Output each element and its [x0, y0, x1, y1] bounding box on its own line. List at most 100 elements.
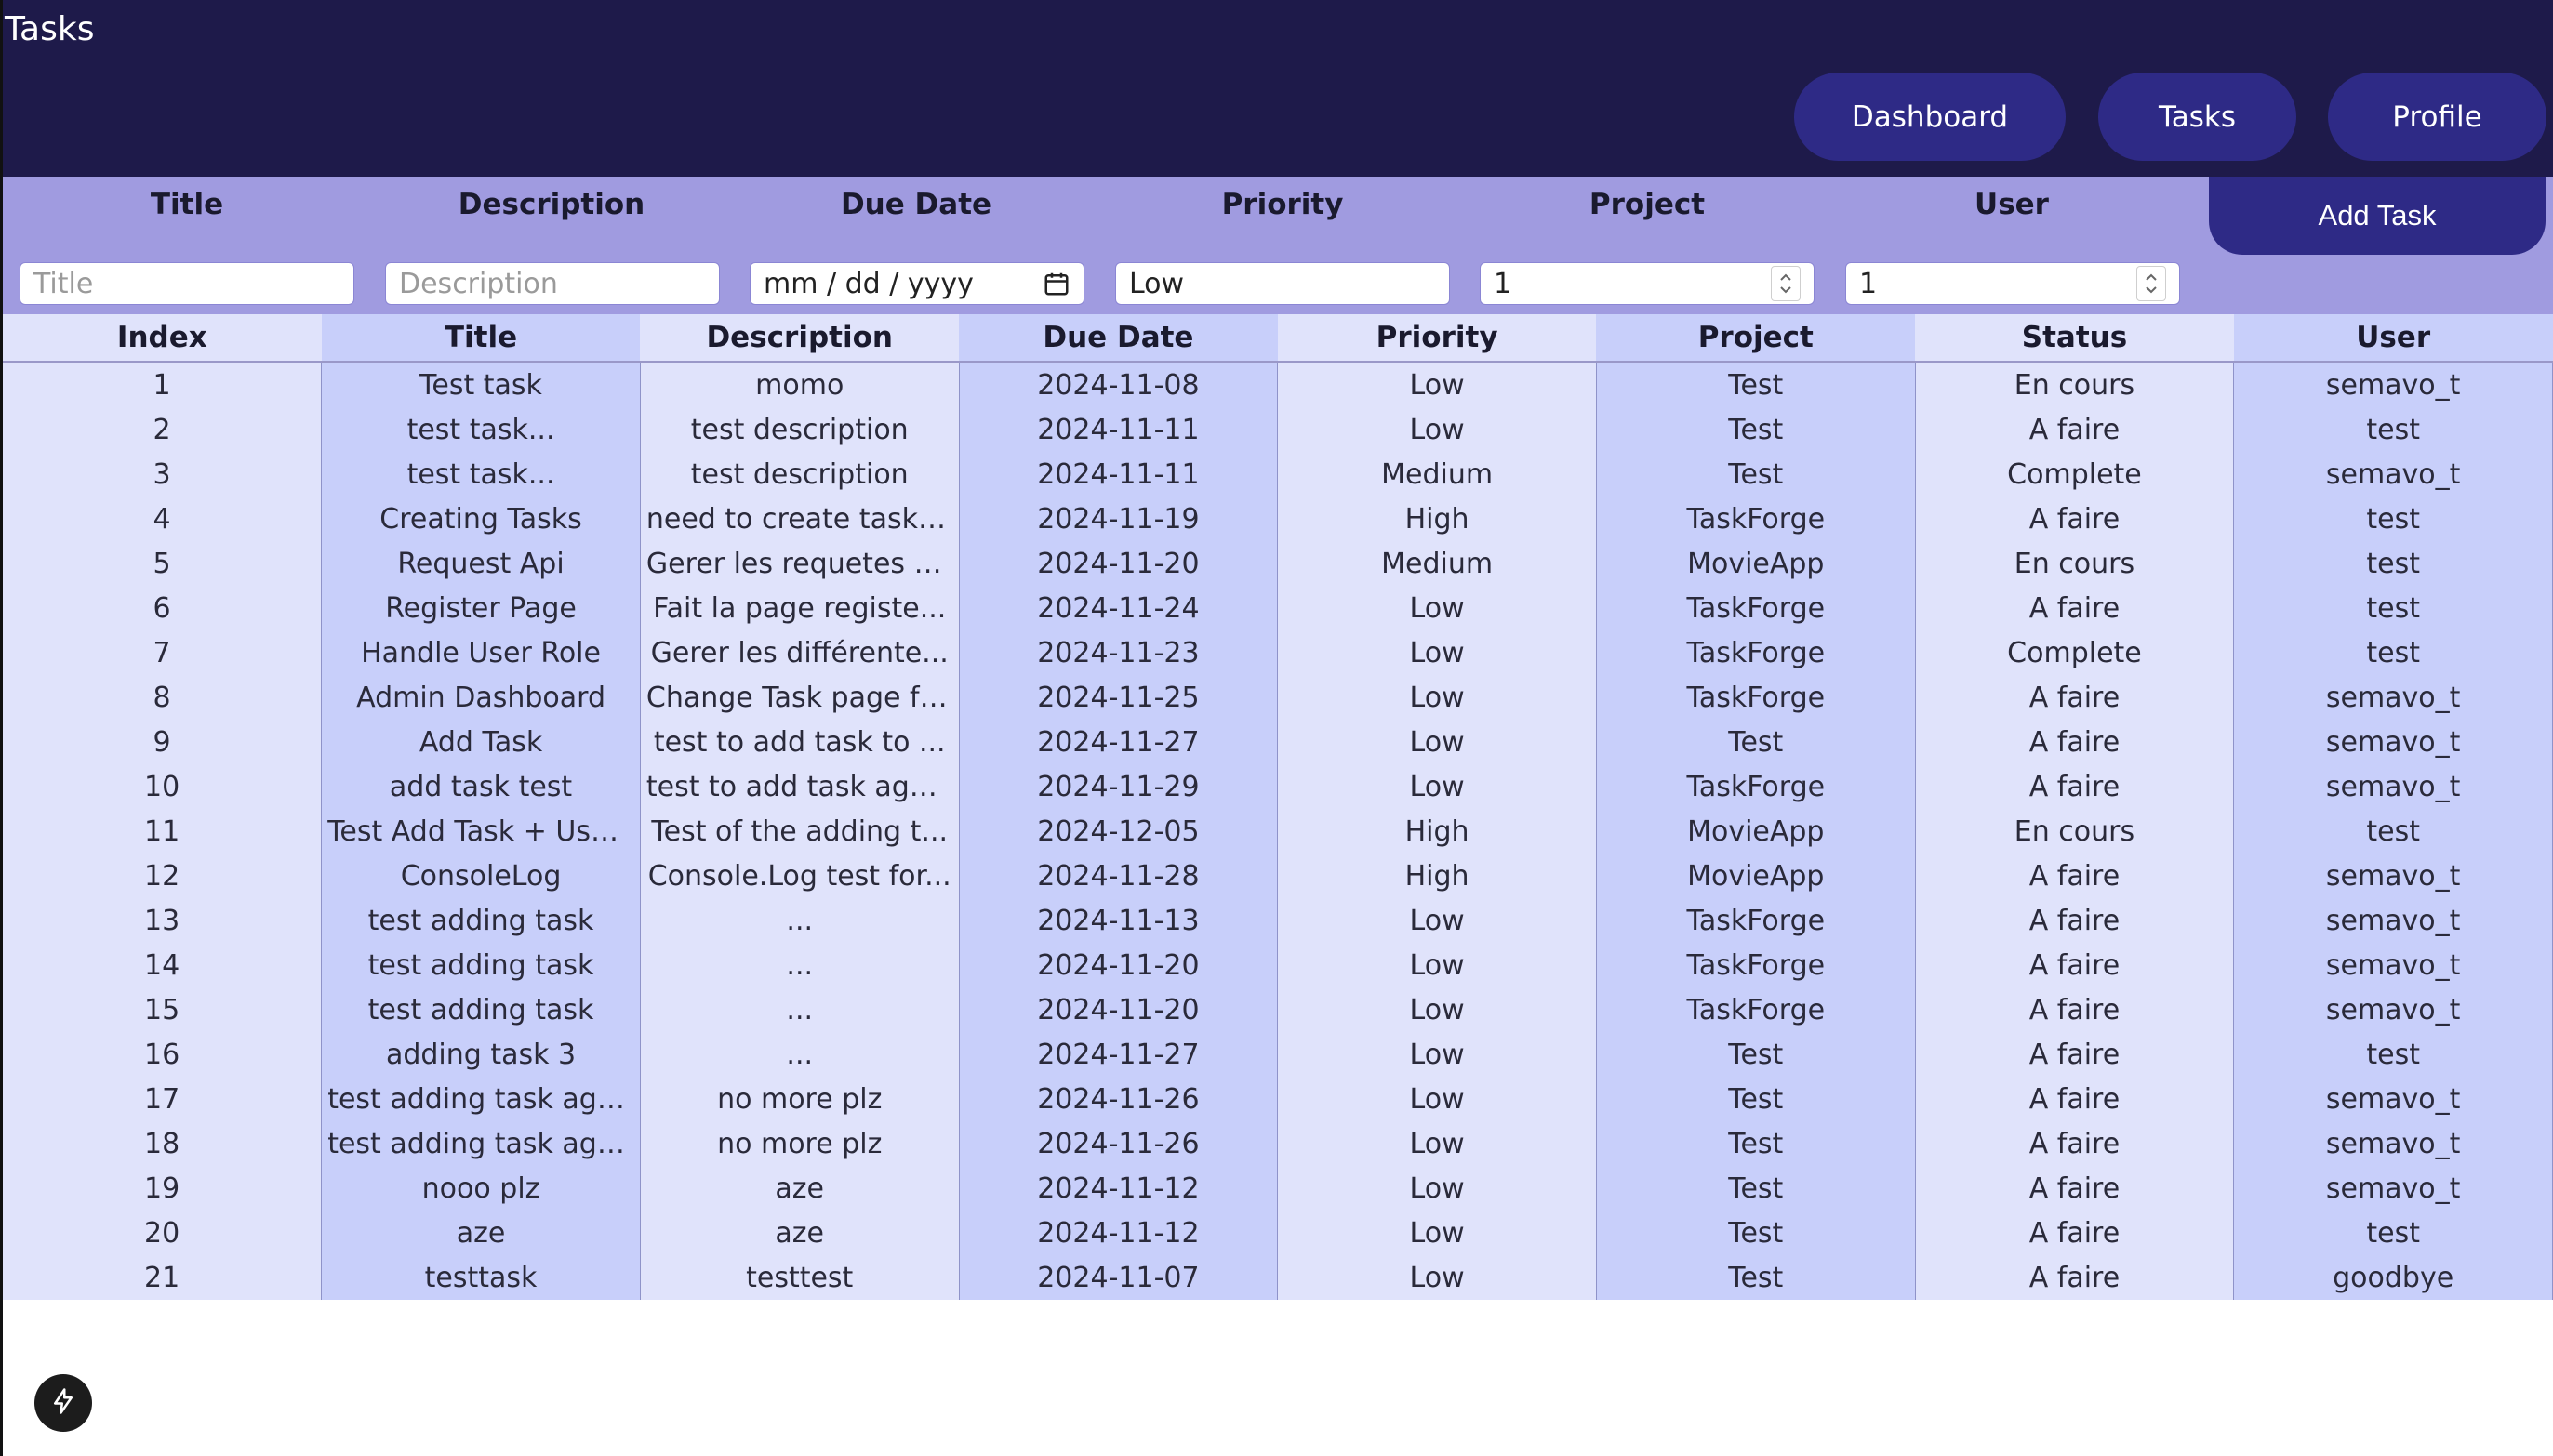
cell-index: 14	[3, 943, 322, 987]
header-project[interactable]: Project	[1596, 314, 1916, 363]
cell-user: test	[2233, 541, 2553, 586]
header-user[interactable]: User	[2233, 314, 2553, 363]
table-row[interactable]: 16 adding task 3... 2024-11-27 Low Test A fai…	[3, 1032, 2553, 1077]
user-number-value: 1	[1859, 267, 1878, 300]
cell-title: testtask	[321, 1255, 641, 1300]
table-row[interactable]: 12 ConsoleLog Console.Log test for... 2024-…	[3, 854, 2553, 898]
project-stepper-icon[interactable]	[1771, 266, 1801, 301]
nav-dashboard-button[interactable]: Dashboard	[1794, 73, 2066, 161]
table-row[interactable]: 18 test adding task aga... no more plz 2024…	[3, 1121, 2553, 1166]
cell-description: ...	[640, 943, 960, 987]
project-number-value: 1	[1494, 267, 1512, 300]
cell-title: test task...	[321, 452, 641, 496]
cell-index: 17	[3, 1077, 322, 1121]
top-header: Tasks Dashboard Tasks Profile	[3, 0, 2553, 177]
cell-index: 5	[3, 541, 322, 586]
cell-due-date: 2024-11-27	[958, 1032, 1279, 1077]
project-number-input[interactable]: 1	[1480, 262, 1815, 305]
cell-description: aze	[640, 1166, 960, 1211]
cell-index: 21	[3, 1255, 322, 1300]
table-row[interactable]: 10 add task test test to add task aga... 20…	[3, 764, 2553, 809]
table-row[interactable]: 21 testtask testtest 2024-11-07 Low Test A fai…	[3, 1255, 2553, 1300]
header-priority[interactable]: Priority	[1277, 314, 1597, 363]
cell-project: Test	[1595, 452, 1916, 496]
table-row[interactable]: 6 Register Page Fait la page registe... 202…	[3, 586, 2553, 630]
table-row[interactable]: 4 Creating Tasks need to create tasks... 20…	[3, 496, 2553, 541]
table-row[interactable]: 13 test adding task... 2024-11-13 Low TaskFo…	[3, 898, 2553, 943]
cell-due-date: 2024-11-11	[958, 407, 1279, 452]
table-row[interactable]: 7 Handle User Role Gerer les différente...…	[3, 630, 2553, 675]
cell-user: test	[2233, 630, 2553, 675]
cell-project: TaskForge	[1595, 764, 1916, 809]
cell-title: nooo plz	[321, 1166, 641, 1211]
table-row[interactable]: 5 Request Api Gerer les requetes s... 2024-…	[3, 541, 2553, 586]
cell-title: Test task	[321, 362, 641, 407]
cell-status: A faire	[1915, 407, 2234, 452]
cell-title: test adding task aga...	[321, 1077, 641, 1121]
cell-project: MovieApp	[1595, 809, 1916, 854]
header-title[interactable]: Title	[321, 314, 641, 363]
table-row[interactable]: 9 Add Task test to add task to ... 2024-11-…	[3, 720, 2553, 764]
cell-due-date: 2024-11-23	[958, 630, 1279, 675]
due-date-input[interactable]: mm / dd / yyyy	[750, 262, 1084, 305]
cell-title: test adding task	[321, 943, 641, 987]
cell-due-date: 2024-12-05	[958, 809, 1279, 854]
table-row[interactable]: 19 nooo plz aze 2024-11-12 Low Test A faire sem…	[3, 1166, 2553, 1211]
cell-status: En cours	[1915, 809, 2234, 854]
cell-description: Test of the adding t...	[640, 809, 960, 854]
bolt-button[interactable]	[34, 1374, 92, 1432]
cell-title: Register Page	[321, 586, 641, 630]
table-row[interactable]: 2 test task... test description 2024-11-11 L…	[3, 407, 2553, 452]
cell-status: A faire	[1915, 1211, 2234, 1255]
cell-due-date: 2024-11-28	[958, 854, 1279, 898]
table-row[interactable]: 14 test adding task... 2024-11-20 Low TaskFo…	[3, 943, 2553, 987]
description-input[interactable]	[385, 262, 720, 305]
cell-due-date: 2024-11-26	[958, 1077, 1279, 1121]
table-row[interactable]: 17 test adding task aga... no more plz 2024…	[3, 1077, 2553, 1121]
nav-tasks-button[interactable]: Tasks	[2098, 73, 2296, 161]
page: Tasks Dashboard Tasks Profile Title Desc…	[0, 0, 2553, 1456]
calendar-icon[interactable]	[1043, 270, 1070, 298]
cell-priority: Low	[1277, 407, 1597, 452]
cell-due-date: 2024-11-07	[958, 1255, 1279, 1300]
header-status[interactable]: Status	[1915, 314, 2234, 363]
table-row[interactable]: 20 aze aze 2024-11-12 Low Test A faire test	[3, 1211, 2553, 1255]
table-row[interactable]: 8 Admin Dashboard Change Task page for... 2…	[3, 675, 2553, 720]
cell-due-date: 2024-11-13	[958, 898, 1279, 943]
cell-description: Change Task page for...	[640, 675, 960, 720]
cell-status: A faire	[1915, 1032, 2234, 1077]
cell-user: semavo_t	[2233, 1121, 2553, 1166]
table-row[interactable]: 15 test adding task... 2024-11-20 Low TaskFo…	[3, 987, 2553, 1032]
header-index[interactable]: Index	[3, 314, 322, 363]
cell-index: 6	[3, 586, 322, 630]
cell-due-date: 2024-11-25	[958, 675, 1279, 720]
priority-select-value: Low	[1129, 267, 1185, 300]
user-stepper-icon[interactable]	[2136, 266, 2166, 301]
cell-description: testtest	[640, 1255, 960, 1300]
cell-user: test	[2233, 1032, 2553, 1077]
user-number-input[interactable]: 1	[1845, 262, 2180, 305]
cell-title: ConsoleLog	[321, 854, 641, 898]
header-due-date[interactable]: Due Date	[959, 314, 1278, 363]
add-task-button[interactable]: Add Task	[2209, 177, 2546, 255]
cell-priority: Low	[1277, 1121, 1597, 1166]
cell-due-date: 2024-11-12	[958, 1211, 1279, 1255]
cell-project: Test	[1595, 720, 1916, 764]
cell-status: A faire	[1915, 1077, 2234, 1121]
cell-priority: Medium	[1277, 541, 1597, 586]
priority-select[interactable]: Low	[1115, 262, 1450, 305]
table-row[interactable]: 11 Test Add Task + User... Test of the add…	[3, 809, 2553, 854]
cell-status: A faire	[1915, 987, 2234, 1032]
nav-profile-button[interactable]: Profile	[2328, 73, 2546, 161]
cell-index: 18	[3, 1121, 322, 1166]
cell-description: Gerer les différente...	[640, 630, 960, 675]
title-input[interactable]	[20, 262, 354, 305]
cell-index: 4	[3, 496, 322, 541]
cell-status: A faire	[1915, 496, 2234, 541]
cell-project: Test	[1595, 362, 1916, 407]
table-row[interactable]: 3 test task... test description 2024-11-11 M…	[3, 452, 2553, 496]
cell-status: A faire	[1915, 854, 2234, 898]
table-row[interactable]: 1 Test task momo 2024-11-08 Low Test En cours s…	[3, 362, 2553, 407]
header-description[interactable]: Description	[640, 314, 960, 363]
description-label: Description	[458, 188, 645, 221]
